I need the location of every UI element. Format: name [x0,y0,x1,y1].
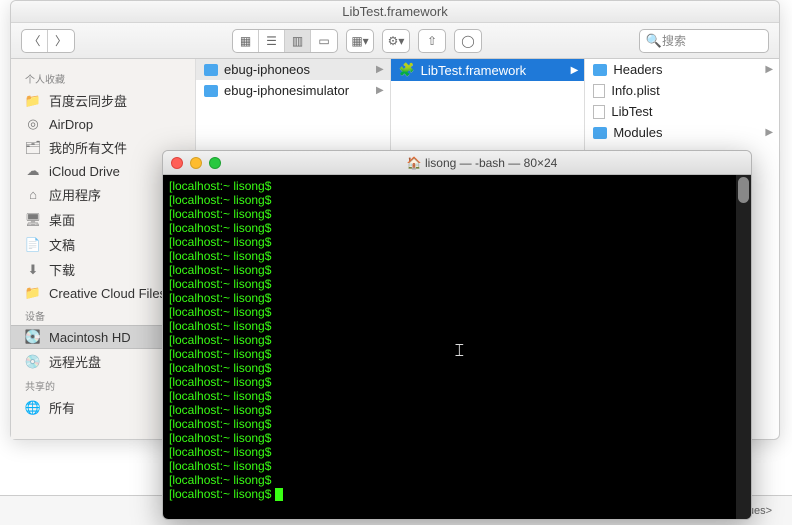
finder-title-text: LibTest.framework [342,4,447,19]
sidebar-fav-head: 个人收藏 [11,67,195,88]
terminal-line: [localhost:~ lisong$ [169,361,745,375]
chevron-right-icon: ▶ [765,64,773,75]
view-gallery[interactable]: ▭ [311,30,337,52]
download-icon: ⬇ [25,262,41,278]
terminal-body[interactable]: 𝙸 [localhost:~ lisong$[localhost:~ lison… [163,175,751,519]
allfiles-icon: 🗂 [25,140,41,156]
share-button[interactable]: ⇧ [418,29,446,53]
home-icon: 🏠 [407,156,422,170]
view-list[interactable]: ☰ [259,30,285,52]
terminal-line: [localhost:~ lisong$ [169,277,745,291]
terminal-line: [localhost:~ lisong$ [169,193,745,207]
search-icon: 🔍 [646,33,662,49]
chevron-right-icon: ▶ [765,127,773,138]
arrange-menu[interactable]: ▦▾ [346,29,374,53]
terminal-line: [localhost:~ lisong$ [169,487,745,501]
terminal-line: [localhost:~ lisong$ [169,431,745,445]
folder-icon [204,85,218,97]
terminal-line: [localhost:~ lisong$ [169,291,745,305]
terminal-line: [localhost:~ lisong$ [169,235,745,249]
list-item[interactable]: ebug-iphoneos▶ [196,59,390,80]
view-columns[interactable]: ▥ [285,30,311,52]
list-item[interactable]: 🧩LibTest.framework▶ [391,59,585,81]
folder-icon [204,64,218,76]
apps-icon: ⌂ [25,187,41,203]
list-item[interactable]: Modules▶ [585,122,779,143]
action-menu[interactable]: ⚙▾ [382,29,410,53]
terminal-line: [localhost:~ lisong$ [169,389,745,403]
folder-icon [593,127,607,139]
cloud-icon: ☁ [25,163,41,179]
chevron-right-icon: ▶ [571,65,579,76]
file-icon [593,84,605,98]
framework-icon: 🧩 [399,62,415,78]
sidebar-item-baidu[interactable]: 📁百度云同步盘 [11,88,195,113]
zoom-button[interactable] [209,157,221,169]
desktop-icon: 🖥 [25,212,41,228]
terminal-line: [localhost:~ lisong$ [169,249,745,263]
nav-back-forward[interactable]: 〈 〉 [21,29,75,53]
terminal-cursor [275,488,283,501]
finder-titlebar[interactable]: LibTest.framework [11,1,779,23]
list-item[interactable]: Headers▶ [585,59,779,80]
list-item[interactable]: Info.plist [585,80,779,101]
text-cursor-icon: 𝙸 [453,343,466,357]
terminal-line: [localhost:~ lisong$ [169,459,745,473]
disk-icon: 💽 [25,329,41,345]
view-icon[interactable]: ▦ [233,30,259,52]
terminal-line: [localhost:~ lisong$ [169,445,745,459]
tags-button[interactable]: ◯ [454,29,482,53]
minimize-button[interactable] [190,157,202,169]
chevron-right-icon: ▶ [376,64,384,75]
terminal-line: [localhost:~ lisong$ [169,473,745,487]
back-button[interactable]: 〈 [22,30,48,52]
finder-toolbar: 〈 〉 ▦ ☰ ▥ ▭ ▦▾ ⚙▾ ⇧ ◯ 🔍 搜索 [11,23,779,59]
folder-icon [593,64,607,76]
terminal-line: [localhost:~ lisong$ [169,305,745,319]
terminal-title-text: 🏠 lisong — -bash — 80×24 [221,156,743,170]
forward-button[interactable]: 〉 [48,30,74,52]
search-field[interactable]: 🔍 搜索 [639,29,769,53]
folder-icon: 📁 [25,93,41,109]
docs-icon: 📄 [25,237,41,253]
terminal-titlebar[interactable]: 🏠 lisong — -bash — 80×24 [163,151,751,175]
airdrop-icon: ◎ [25,116,41,132]
globe-icon: 🌐 [25,400,41,416]
folder-icon: 📁 [25,285,41,301]
scroll-thumb[interactable] [738,177,749,203]
terminal-line: [localhost:~ lisong$ [169,403,745,417]
list-item[interactable]: LibTest [585,101,779,122]
terminal-line: [localhost:~ lisong$ [169,179,745,193]
terminal-line: [localhost:~ lisong$ [169,207,745,221]
terminal-line: [localhost:~ lisong$ [169,263,745,277]
sidebar-item-airdrop[interactable]: ◎AirDrop [11,113,195,135]
terminal-line: [localhost:~ lisong$ [169,417,745,431]
disc-icon: 💿 [25,354,41,370]
file-icon [593,105,605,119]
traffic-lights [171,157,221,169]
list-item[interactable]: ebug-iphonesimulator▶ [196,80,390,101]
search-placeholder: 搜索 [662,32,686,49]
terminal-line: [localhost:~ lisong$ [169,319,745,333]
view-mode-group[interactable]: ▦ ☰ ▥ ▭ [232,29,338,53]
scrollbar[interactable] [736,175,751,519]
terminal-line: [localhost:~ lisong$ [169,221,745,235]
close-button[interactable] [171,157,183,169]
terminal-window: 🏠 lisong — -bash — 80×24 𝙸 [localhost:~ … [162,150,752,520]
terminal-line: [localhost:~ lisong$ [169,375,745,389]
chevron-right-icon: ▶ [376,85,384,96]
